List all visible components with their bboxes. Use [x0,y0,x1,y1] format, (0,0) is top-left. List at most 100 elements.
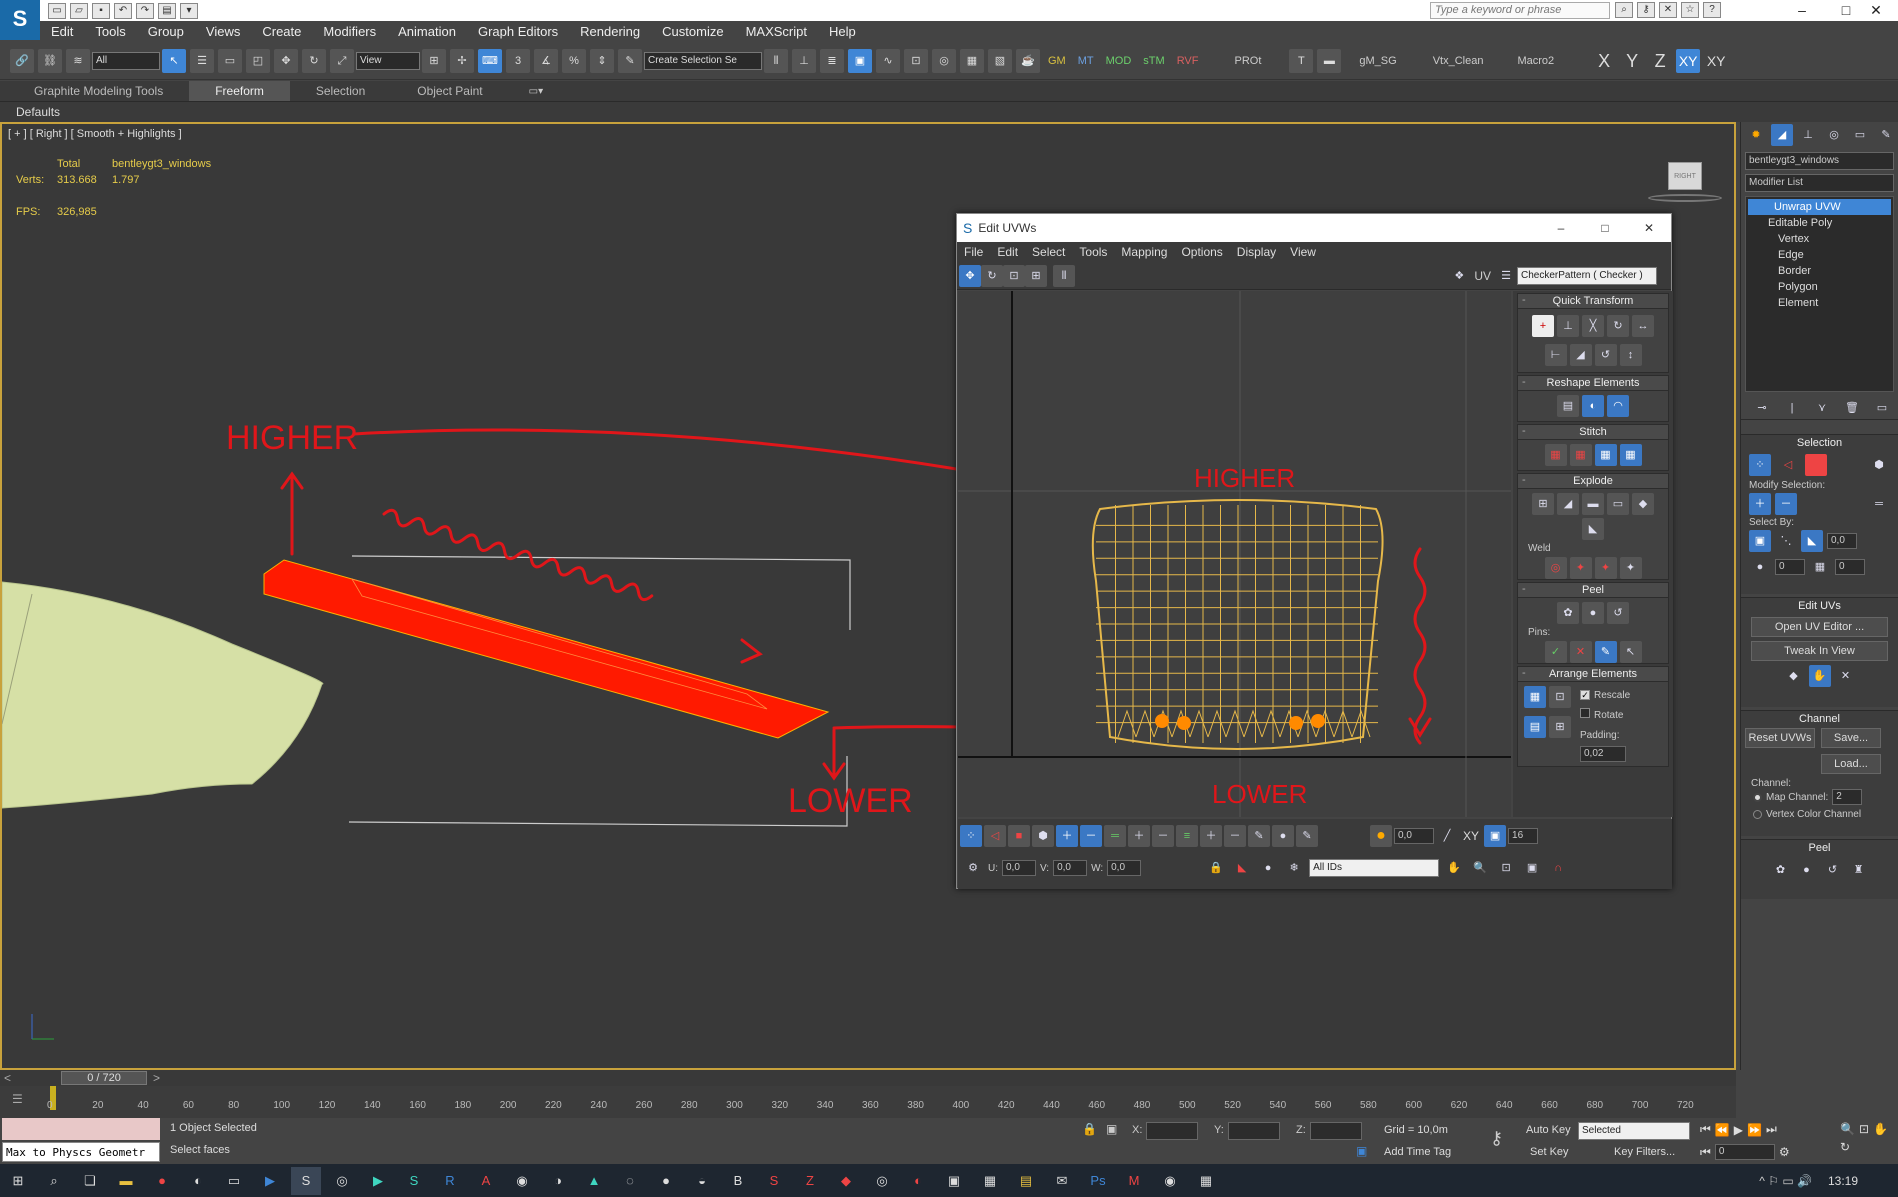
menu-rendering[interactable]: Rendering [569,21,651,42]
loop-select-icon[interactable]: ═ [1868,493,1890,515]
channel-rollout-title[interactable]: Channel [1741,710,1898,726]
menu-edit[interactable]: Edit [40,21,84,42]
selection-set-dropdown[interactable]: Selected [1578,1122,1690,1140]
show-end-result-icon[interactable]: | [1781,397,1803,419]
vertex-sub-icon[interactable]: ⁘ [1749,454,1771,476]
cmd-convert-to-seams-icon[interactable]: ♜ [1848,859,1870,881]
orbit-nav-icon[interactable]: ↻ [1840,1140,1850,1154]
photoshop-icon[interactable]: Ps [1083,1167,1113,1195]
edit-uvs-rollout-title[interactable]: Edit UVs [1741,597,1898,613]
keyboard-shortcut-override-icon[interactable]: ⌨ [478,48,502,73]
macro-mt-button[interactable]: MT [1078,55,1094,67]
app-icon-13[interactable]: ◒ [687,1167,717,1195]
tweak-in-view-button[interactable]: Tweak In View [1751,641,1888,661]
unlink-icon[interactable]: ⛓ [38,48,62,73]
key-filters-button[interactable]: Key Filters... [1614,1146,1675,1158]
pack-together-icon[interactable]: ▤ [1524,716,1546,738]
time-tag-icon[interactable]: ▣ [1356,1144,1367,1158]
uvw-freeform-icon[interactable]: ⊞ [1025,264,1047,287]
cmd-reset-peel-icon[interactable]: ↺ [1822,859,1844,881]
align-straighten-icon[interactable]: ╳ [1582,315,1604,337]
select-manipulate-icon[interactable]: ✢ [450,48,474,73]
percent-snap-icon[interactable]: % [562,48,586,73]
app-icon-6[interactable]: S [399,1167,429,1195]
grow-loop-icon[interactable]: ＋ [1128,825,1150,847]
filezilla-icon[interactable]: Z [795,1167,825,1195]
play-icon[interactable]: ▶ [1734,1123,1743,1137]
time-slider[interactable]: < 0 / 720 > [0,1070,1736,1086]
key-mode-icon[interactable]: ⏮ [1700,1145,1711,1160]
time-config-icon[interactable]: ⚙ [1779,1145,1790,1159]
uvw-minimize-button[interactable]: – [1539,221,1583,235]
link-icon[interactable]: 🔗 [10,48,34,73]
rotate-checkbox[interactable] [1580,708,1590,718]
uvw-menu-options[interactable]: Options [1174,242,1229,262]
macro-rvf-button[interactable]: RVF [1177,55,1199,67]
app-icon-9[interactable]: ◑ [543,1167,573,1195]
axis-xy-cycle-button[interactable]: XY [1704,49,1728,73]
rollout-explode[interactable]: Explode [1517,473,1669,489]
axis-y-button[interactable]: Y [1620,49,1644,73]
quick-peel-icon[interactable]: ✿ [1557,602,1579,624]
quick-access-menu-icon[interactable]: ▾ [180,2,198,19]
named-selection-sets-dropdown[interactable]: Create Selection Se [644,51,762,70]
window-crossing-icon[interactable]: ◰ [246,48,270,73]
project-folder-icon[interactable]: ▤ [158,2,176,19]
snap-icon[interactable]: ∩ [1547,857,1569,879]
time-slider-thumb[interactable]: 0 / 720 [61,1071,148,1085]
tab-graphite-modeling-tools[interactable]: Graphite Modeling Tools [8,81,189,101]
edit-named-selection-icon[interactable]: ✎ [618,48,642,73]
yellow-bar-icon[interactable]: ▬ [1317,48,1342,73]
undo-icon[interactable]: ↶ [114,2,132,19]
texture-dropdown[interactable]: CheckerPattern ( Checker ) [1517,266,1657,285]
curve-editor-icon[interactable]: ∿ [876,48,900,73]
go-to-end-icon[interactable]: ⏭ [1766,1122,1777,1137]
flatten-by-polygon-icon[interactable]: ◢ [1557,493,1579,515]
schematic-view-icon[interactable]: ⊡ [904,48,928,73]
zoom-nav-icon[interactable]: 🔍 [1840,1122,1855,1136]
redo-icon[interactable]: ↷ [136,2,154,19]
axis-x-button[interactable]: X [1592,49,1616,73]
material-ids-dropdown[interactable]: All IDs [1309,859,1440,877]
stack-item-unwrap-uvw[interactable]: Unwrap UVW [1748,199,1891,215]
edge-distance-icon[interactable]: ╱ [1436,825,1458,847]
align-to-edge-icon[interactable]: ◢ [1569,344,1592,366]
peel-mode-icon[interactable]: ● [1582,602,1604,624]
rollout-stitch[interactable]: Stitch [1517,424,1669,440]
app-icon-7[interactable]: R [435,1167,465,1195]
stack-item-edge[interactable]: Edge [1748,247,1891,263]
load-uvw-button[interactable]: Load... [1821,754,1881,774]
move-icon[interactable]: ✥ [274,48,298,73]
unpin-selected-icon[interactable]: ✕ [1569,641,1592,663]
auto-key-button[interactable]: Auto Key [1526,1124,1571,1136]
selection-lock-icon[interactable]: 🔒 [1082,1122,1097,1136]
rollout-peel[interactable]: Peel [1517,582,1669,598]
weld-threshold-icon[interactable]: ✦ [1619,557,1642,579]
set-pivot-icon[interactable]: + [1532,315,1554,337]
shrink-icon[interactable]: － [1775,493,1797,515]
reset-uvws-button[interactable]: Reset UVWs [1745,728,1815,748]
weld-all-icon[interactable]: ✦ [1594,557,1617,579]
lock-selection-icon[interactable]: 🔒 [1205,857,1227,879]
flatten-by-material-icon[interactable]: ▭ [1607,493,1629,515]
key-icon[interactable]: ⚷ [1637,2,1655,18]
app-icon-3[interactable]: ▶ [255,1167,285,1195]
target-weld-icon[interactable]: ◎ [1544,557,1567,579]
rectangular-selection-icon[interactable]: ▭ [218,48,242,73]
previous-frame-icon[interactable]: ⏪ [1715,1123,1730,1137]
macro-macro2-button[interactable]: Macro2 [1517,55,1554,67]
hide-icon[interactable]: ◣ [1231,857,1253,879]
defaults-label[interactable]: Defaults [16,105,60,119]
app-icon-12[interactable]: ● [651,1167,681,1195]
app-icon-10[interactable]: ▲ [579,1167,609,1195]
max-icon[interactable]: M [1119,1167,1149,1195]
uvw-title-bar[interactable]: S Edit UVWs – □ ✕ [957,214,1671,242]
utilities-tab-icon[interactable]: ✎ [1875,124,1897,146]
x-coord-input[interactable] [1146,1122,1198,1140]
pivot-center-icon[interactable]: ⊞ [422,48,446,73]
configure-sets-icon[interactable]: ▭ [1871,397,1893,419]
make-unique-icon[interactable]: ⋎ [1811,397,1833,419]
pack-settings-icon[interactable]: ⊞ [1549,716,1571,738]
element-mode-icon[interactable]: ⬢ [1032,825,1054,847]
uvw-list-icon[interactable]: ☰ [1495,265,1517,287]
